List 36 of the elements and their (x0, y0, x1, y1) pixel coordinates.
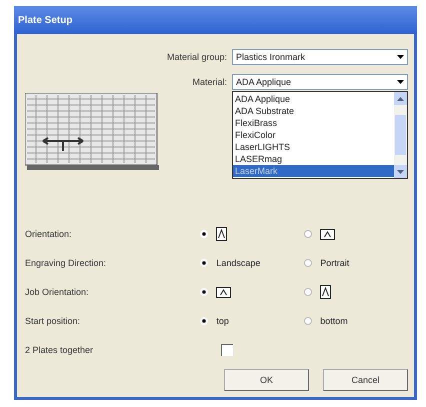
radio-button[interactable] (304, 288, 312, 296)
radio-button[interactable] (304, 317, 312, 325)
scroll-up-icon[interactable] (394, 92, 407, 105)
radio-button[interactable] (304, 230, 312, 238)
portrait-page-icon (216, 227, 228, 241)
landscape-page-icon (216, 286, 232, 298)
setting-label: Orientation: (25, 229, 73, 239)
list-item[interactable]: LaserMark (233, 165, 394, 177)
portrait-page-icon (320, 285, 332, 299)
list-item[interactable]: ADA Applique (233, 93, 394, 105)
list-item[interactable]: LaserLIGHTS (233, 141, 394, 153)
option-label: bottom (320, 316, 348, 326)
option-label: Landscape (216, 258, 260, 268)
scrollbar[interactable] (394, 92, 407, 178)
list-item[interactable]: FlexiBrass (233, 117, 394, 129)
landscape-page-icon (320, 228, 336, 240)
radio-button[interactable] (304, 259, 312, 267)
material-group-dropdown[interactable]: Plastics Ironmark (232, 49, 408, 65)
setting-label: Engraving Direction: (25, 258, 108, 268)
list-item[interactable]: LASERmag (233, 153, 394, 165)
list-item[interactable]: FlexiColor (233, 129, 394, 141)
material-dropdown[interactable]: ADA Applique (232, 74, 408, 90)
field-label: Material group: (166, 52, 227, 62)
checkbox[interactable] (221, 344, 233, 356)
field-label: Material: (192, 77, 227, 87)
dialog-button[interactable]: OK (224, 369, 309, 391)
list-item[interactable]: ADA Substrate (233, 105, 394, 117)
setting-label: Start position: (25, 316, 82, 326)
scrollbar-thumb[interactable] (395, 115, 406, 155)
setting-label: 2 Plates together (25, 345, 94, 355)
dialog-button[interactable]: Cancel (323, 369, 408, 391)
window-title: Plate Setup (18, 14, 72, 26)
scroll-down-icon[interactable] (394, 165, 407, 178)
setting-label: Job Orientation: (25, 287, 90, 297)
option-label: top (216, 316, 229, 326)
option-label: Portrait (320, 258, 350, 268)
